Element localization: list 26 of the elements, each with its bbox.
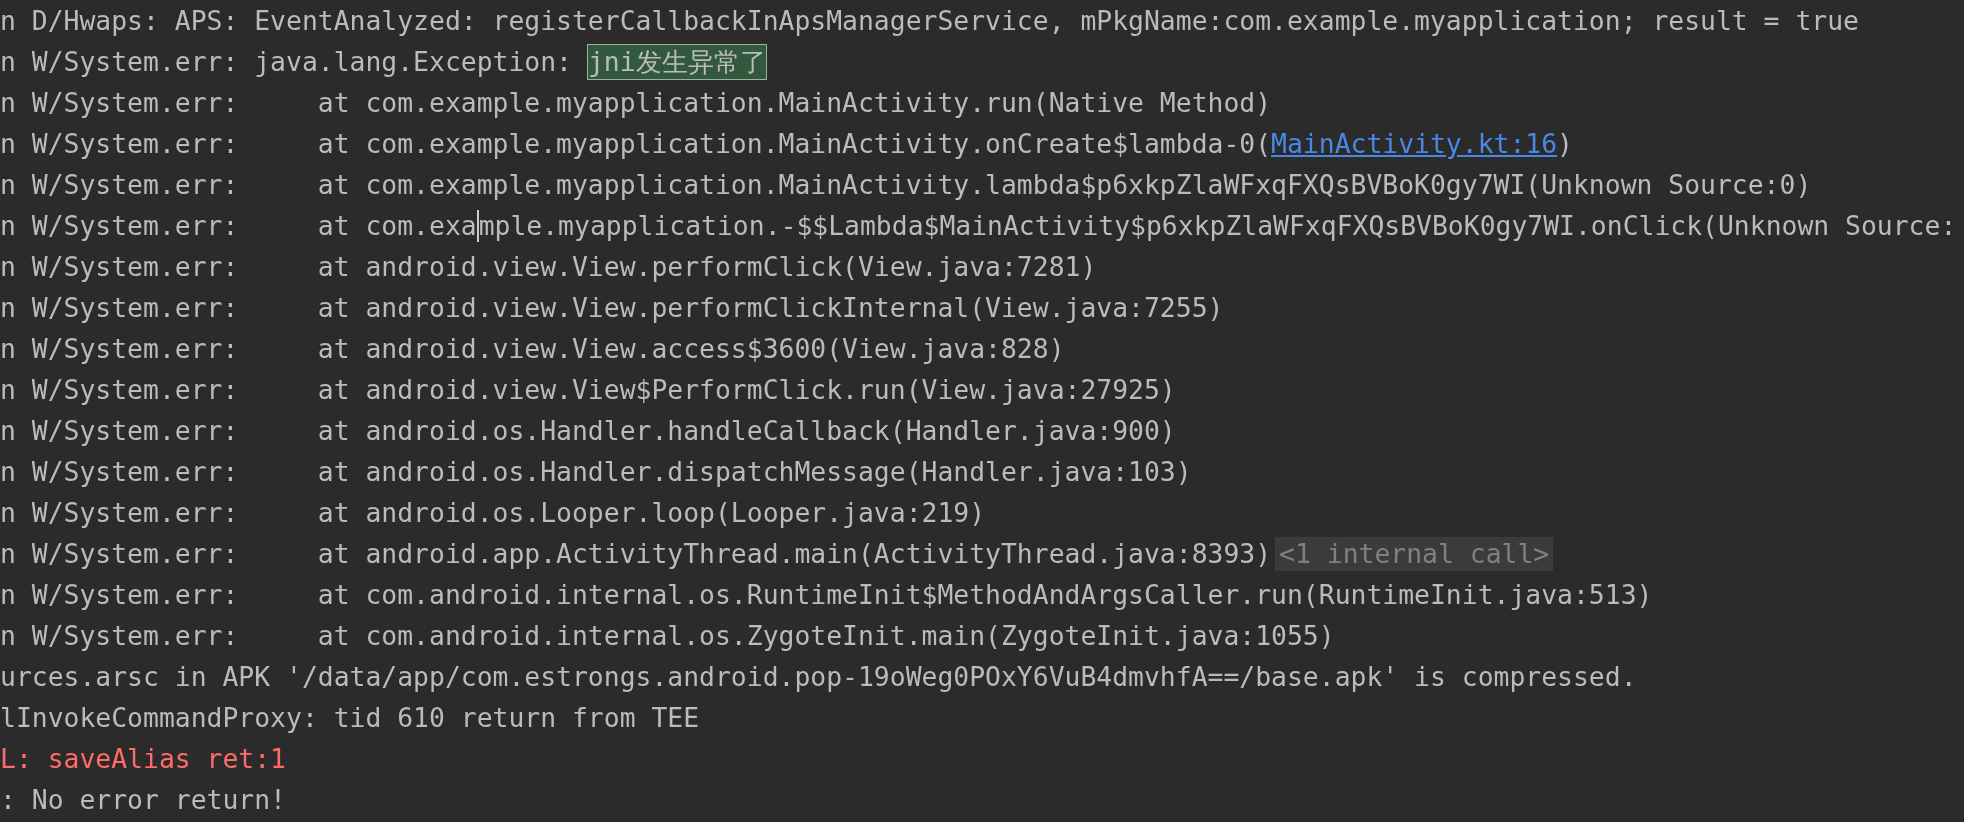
log-text: ) <box>1557 127 1573 161</box>
log-text: lInvokeCommandProxy: tid 610 return from TEE <box>0 701 700 735</box>
folded-frames[interactable]: <1 internal call> <box>1275 536 1554 571</box>
log-text: urces.arsc in APK '/data/app/com.estrongs.android.pop-19oWeg0POxY6VuB4dmvhfA==/base.apk' is compressed. <box>0 660 1637 694</box>
log-text: L: saveAlias ret:1 <box>0 742 286 776</box>
log-text: n W/System.err: at com.android.internal.os.ZygoteInit.main(ZygoteInit.java:1055) <box>0 619 1335 653</box>
log-text: n W/System.err: at android.app.ActivityThread.main(ActivityThread.java:8393) <box>0 537 1272 571</box>
log-text: n W/System.err: at android.view.View$PerformClick.run(View.java:27925) <box>0 373 1176 407</box>
log-text: n D/Hwaps: APS: EventAnalyzed: registerCallbackInApsManagerService, mPkgName:com.example.myapplication; result = true <box>0 4 1859 38</box>
log-text: n W/System.err: at android.view.View.performClick(View.java:7281) <box>0 250 1097 284</box>
log-text: n W/System.err: at android.os.Looper.loop(Looper.java:219) <box>0 496 986 530</box>
log-text: n W/System.err: at com.example.myapplication.MainActivity.run(Native Method) <box>0 86 1272 120</box>
text-cursor <box>476 209 479 242</box>
log-text: n W/System.err: at com.example.myapplication.MainActivity.lambda$p6xkpZlaWFxqFXQsBVBoK0gy7WI(Unknown Source:0) <box>0 168 1812 202</box>
source-link[interactable]: MainActivity.kt:16 <box>1271 123 1558 164</box>
highlighted-text: jni发生异常了 <box>587 44 766 79</box>
log-text: n W/System.err: at android.os.Handler.handleCallback(Handler.java:900) <box>0 414 1176 448</box>
log-text: n W/System.err: at com.android.internal.os.RuntimeInit$MethodAndArgsCaller.run(RuntimeInit.java:513) <box>0 578 1653 612</box>
log-text: n W/System.err: java.lang.Exception: <box>0 45 573 79</box>
log-text: mple.myapplication.-$$Lambda$MainActivity$p6xkpZlaWFxqFXQsBVBoK0gy7WI.onClick(Unknown Source: <box>478 209 1957 243</box>
log-text: n W/System.err: at android.os.Handler.dispatchMessage(Handler.java:103) <box>0 455 1192 489</box>
log-text: n W/System.err: at com.example.myapplication.MainActivity.onCreate$lambda-0( <box>0 127 1272 161</box>
log-text: : No error return! <box>0 783 286 817</box>
log-text: n W/System.err: at android.view.View.performClickInternal(View.java:7255) <box>0 291 1224 325</box>
log-text: n W/System.err: at com.exa <box>0 209 477 243</box>
log-text: n W/System.err: at android.view.View.access$3600(View.java:828) <box>0 332 1065 366</box>
